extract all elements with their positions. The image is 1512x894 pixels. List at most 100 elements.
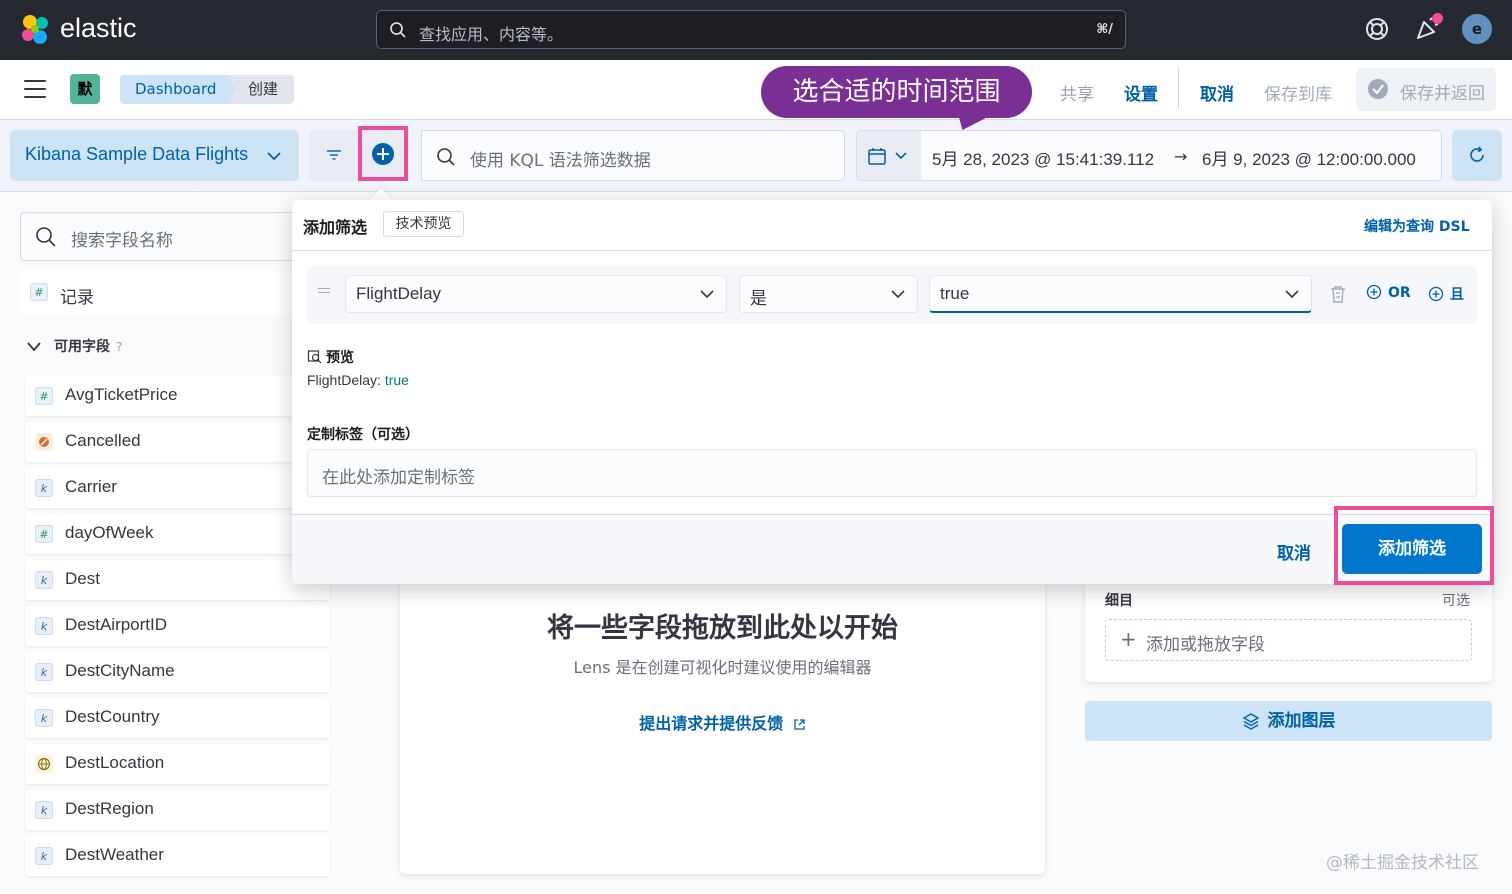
layers-icon [1242,713,1259,730]
date-start[interactable]: 5月 28, 2023 @ 15:41:39.112 [932,145,1154,170]
feedback-link-label: 提出请求并提供反馈 [639,714,784,733]
field-name: DestCityName [65,661,175,680]
field-name: Cancelled [65,431,141,450]
workspace-subtitle: Lens 是在创建可视化时建议使用的编辑器 [573,658,872,677]
trash-icon[interactable] [1328,284,1348,304]
add-and-condition-button[interactable]: 且 [1428,284,1464,304]
chevron-down-icon [1285,290,1299,299]
field-item[interactable]: # AvgTicketPrice [25,376,330,416]
save-to-library-button[interactable]: 保存到库 [1264,80,1332,105]
user-avatar[interactable]: e [1462,14,1492,44]
field-search-placeholder: 搜索字段名称 [71,231,173,251]
field-item[interactable]: k DestCountry [25,698,330,738]
geo-token-icon [35,755,53,773]
cancel-button[interactable]: 取消 [1200,80,1234,105]
breakdown-drop-zone[interactable]: + 添加或拖放字段 [1105,619,1472,661]
operator-select[interactable]: 是 [739,275,918,313]
check-icon [1368,79,1388,99]
field-item[interactable]: k DestRegion [25,790,330,830]
save-and-return-label: 保存并返回 [1400,84,1485,104]
field-name: DestRegion [65,799,154,818]
quick-select-button[interactable] [857,131,921,180]
menu-toggle-icon[interactable] [24,80,46,98]
field-name: Carrier [65,477,117,496]
space-avatar[interactable]: 默 [70,74,100,104]
field-item[interactable]: k DestCityName [25,652,330,692]
workspace-title: 将一些字段拖放到此处以开始 [547,613,898,644]
optional-label: 可选 [1442,593,1470,609]
custom-label-input[interactable]: 在此处添加定制标签 [307,449,1477,497]
field-search-input[interactable]: 搜索字段名称 [20,212,310,261]
field-item[interactable]: k DestWeather [25,836,330,876]
field-select[interactable]: FlightDelay [345,275,727,313]
add-filter-plus-icon[interactable] [372,143,394,165]
breadcrumb-dashboard[interactable]: Dashboard [120,75,238,104]
number-token-icon: # [35,525,53,543]
plus-circle-icon [1366,284,1382,300]
field-item[interactable]: k DestAirportID [25,606,330,646]
popover-cancel-button[interactable]: 取消 [1277,539,1311,564]
chevron-down-icon [895,152,907,160]
add-filter-submit-button[interactable]: 添加筛选 [1342,524,1482,574]
keyword-token-icon: k [35,847,53,865]
popover-divider [292,250,1492,251]
field-select-value: FlightDelay [356,284,442,303]
available-fields-label: 可用字段 [54,339,110,355]
available-fields-toggle[interactable]: 可用字段? [26,336,122,356]
keyword-token-icon: k [35,801,53,819]
field-item[interactable]: # dayOfWeek [25,514,330,554]
field-list: # AvgTicketPrice Cancelled k Carrier # dayOfWe… [25,376,330,882]
records-label: 记录 [60,288,94,308]
feedback-link[interactable]: 提出请求并提供反馈 [400,710,1045,734]
records-field[interactable]: # 记录 [20,271,310,315]
help-icon[interactable] [1364,16,1390,42]
inspect-icon [307,350,322,364]
drag-handle-icon[interactable] [318,288,330,296]
date-end[interactable]: 6月 9, 2023 @ 12:00:00.000 [1202,145,1416,170]
keyword-token-icon: k [35,663,53,681]
preview-heading-label: 预览 [326,350,354,366]
kql-query-input[interactable]: 使用 KQL 语法筛选数据 [421,130,845,181]
drop-hint: 添加或拖放字段 [1146,635,1265,655]
field-item[interactable]: Cancelled [25,422,330,462]
data-view-picker[interactable]: Kibana Sample Data Flights [10,130,299,181]
keyword-token-icon: k [35,571,53,589]
save-and-return-button[interactable]: 保存并返回 [1356,68,1496,111]
add-layer-label: 添加图层 [1267,711,1336,731]
kql-placeholder: 使用 KQL 语法筛选数据 [470,151,651,171]
add-or-condition-button[interactable]: OR [1366,284,1411,301]
edit-as-dsl-link[interactable]: 编辑为查询 DSL [1364,216,1470,236]
settings-button[interactable]: 设置 [1124,80,1158,105]
share-button[interactable]: 共享 [1060,80,1094,105]
field-item[interactable]: DestLocation [25,744,330,784]
filter-menu-icon[interactable] [325,148,343,162]
calendar-icon [868,148,886,165]
refresh-button[interactable] [1452,130,1502,181]
chevron-down-icon [267,152,281,161]
field-name: DestWeather [65,845,164,864]
refresh-icon [1470,146,1484,162]
search-placeholder: 查找应用、内容等。 [419,25,564,44]
and-label: 且 [1450,287,1464,303]
field-name: DestAirportID [65,615,168,634]
elastic-logo-icon[interactable] [18,12,54,48]
plus-icon: + [1120,627,1137,651]
operator-select-value: 是 [750,289,767,308]
value-select[interactable]: true [929,275,1312,313]
field-name: DestLocation [65,753,165,772]
field-item[interactable]: k Carrier [25,468,330,508]
custom-label-heading: 定制标签（可选） [307,427,419,443]
field-item[interactable]: k Dest [25,560,330,600]
add-layer-button[interactable]: 添加图层 [1085,701,1492,741]
keyword-token-icon: k [35,709,53,727]
field-name: Dest [65,569,100,588]
chevron-down-icon [891,290,905,299]
search-icon [36,227,56,247]
breakdown-label: 细目 [1105,593,1133,609]
global-search-input[interactable]: 查找应用、内容等。 ⌘/ [376,10,1126,49]
help-icon[interactable]: ? [116,340,122,354]
number-token-icon: # [35,387,53,405]
chevron-down-icon [27,342,41,352]
custom-label-placeholder: 在此处添加定制标签 [322,468,475,488]
boolean-token-icon [35,433,53,451]
